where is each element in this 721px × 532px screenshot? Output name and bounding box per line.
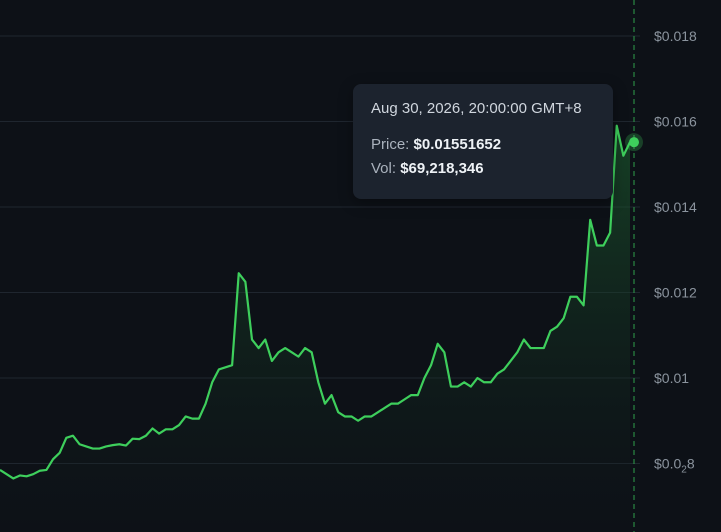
y-tick-label: $0.014: [654, 199, 697, 215]
price-chart[interactable]: $0.018 $0.016 $0.014 $0.012 $0.01 $0.028: [0, 0, 721, 532]
y-axis-ticks: $0.018 $0.016 $0.014 $0.012 $0.01 $0.028: [654, 28, 697, 476]
y-tick-label: $0.016: [654, 114, 697, 130]
tooltip-price-row: Price: $0.01551652: [371, 133, 595, 157]
tooltip-date: Aug 30, 2026, 20:00:00 GMT+8: [371, 100, 582, 117]
y-tick-label: $0.01: [654, 370, 689, 386]
price-tooltip: Aug 30, 2026, 20:00:00 GMT+8 Price: $0.0…: [353, 84, 613, 199]
tooltip-price-value: $0.01551652: [413, 136, 502, 153]
tooltip-vol-row: Vol: $69,218,346: [371, 157, 595, 181]
hover-marker[interactable]: [625, 133, 643, 152]
y-tick-label: $0.028: [654, 456, 695, 476]
tooltip-vol-value: $69,218,346: [400, 160, 484, 177]
y-tick-label: $0.012: [654, 285, 697, 301]
y-tick-suffix: 8: [687, 456, 695, 472]
tooltip-vol-label: Vol:: [371, 160, 397, 177]
hover-point[interactable]: [629, 137, 639, 148]
y-tick-label: $0.018: [654, 28, 697, 44]
tooltip-price-label: Price:: [371, 136, 410, 153]
